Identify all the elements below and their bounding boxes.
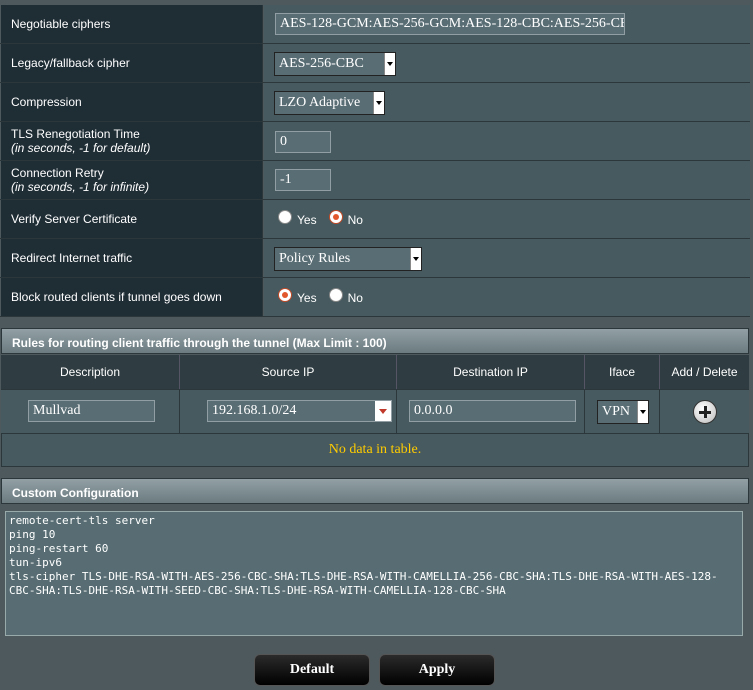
col-add-delete: Add / Delete — [660, 355, 749, 389]
col-destination-ip: Destination IP — [397, 355, 585, 389]
block-routed-yes-radio[interactable] — [278, 288, 292, 302]
label-redirect: Redirect Internet traffic — [1, 239, 263, 277]
verify-cert-radio-group: Yes No — [278, 210, 375, 227]
row-compression: Compression LZO Adaptive — [0, 83, 750, 122]
custom-config-title: Custom Configuration — [1, 478, 749, 504]
legacy-cipher-value: AES-256-CBC — [279, 56, 364, 71]
col-description: Description — [1, 355, 180, 389]
new-rule-source-cell: 192.168.1.0/24 — [180, 389, 397, 433]
row-block-routed: Block routed clients if tunnel goes down… — [0, 278, 750, 317]
redirect-select[interactable]: Policy Rules — [274, 247, 422, 271]
col-iface: Iface — [585, 355, 660, 389]
compression-select[interactable]: LZO Adaptive — [274, 91, 385, 115]
label-legacy-cipher: Legacy/fallback cipher — [1, 44, 263, 82]
custom-config-textarea[interactable] — [5, 511, 743, 636]
chevron-down-icon — [410, 248, 421, 270]
label-block-routed: Block routed clients if tunnel goes down — [1, 278, 263, 316]
legacy-cipher-select[interactable]: AES-256-CBC — [274, 52, 396, 76]
default-button[interactable]: Default — [254, 654, 370, 686]
col-source-ip: Source IP — [180, 355, 397, 389]
source-ip-input[interactable]: 192.168.1.0/24 — [207, 400, 392, 422]
new-rule-destination-cell: 0.0.0.0 — [397, 389, 585, 433]
new-rule-description-cell: Mullvad — [1, 389, 180, 433]
block-routed-no-radio[interactable] — [328, 288, 343, 302]
chevron-down-icon — [373, 92, 384, 114]
empty-table-message: No data in table. — [1, 433, 749, 467]
row-verify-cert: Verify Server Certificate Yes No — [0, 200, 750, 239]
chevron-down-icon — [384, 53, 395, 75]
iface-select[interactable]: VPN — [597, 400, 649, 424]
iface-value: VPN — [602, 404, 631, 419]
label-compression: Compression — [1, 83, 263, 121]
new-rule-add-cell — [660, 389, 749, 433]
row-redirect: Redirect Internet traffic Policy Rules — [0, 239, 750, 278]
redirect-value: Policy Rules — [279, 251, 351, 266]
chevron-down-icon — [637, 401, 648, 423]
label-tls-reneg: TLS Renegotiation Time (in seconds, -1 f… — [1, 122, 263, 160]
label-verify-cert: Verify Server Certificate — [1, 200, 263, 238]
add-rule-icon[interactable] — [693, 400, 717, 424]
tls-reneg-input[interactable]: 0 — [275, 131, 331, 153]
row-tls-reneg: TLS Renegotiation Time (in seconds, -1 f… — [0, 122, 750, 161]
verify-cert-yes-radio[interactable] — [278, 210, 292, 224]
compression-value: LZO Adaptive — [279, 95, 361, 110]
description-input[interactable]: Mullvad — [28, 400, 155, 422]
new-rule-iface-cell: VPN — [585, 389, 660, 433]
label-negotiable-ciphers: Negotiable ciphers — [1, 5, 263, 43]
block-routed-radio-group: Yes No — [278, 288, 375, 305]
conn-retry-input[interactable]: -1 — [275, 169, 331, 191]
verify-cert-no-radio[interactable] — [328, 210, 343, 224]
apply-button[interactable]: Apply — [379, 654, 495, 686]
negotiable-ciphers-input[interactable]: AES-128-GCM:AES-256-GCM:AES-128-CBC:AES-… — [275, 13, 625, 35]
rules-section-title: Rules for routing client traffic through… — [1, 328, 749, 354]
row-legacy-cipher: Legacy/fallback cipher AES-256-CBC — [0, 44, 750, 83]
destination-ip-input[interactable]: 0.0.0.0 — [409, 400, 576, 422]
row-negotiable-ciphers: Negotiable ciphers AES-128-GCM:AES-256-G… — [0, 5, 750, 44]
row-conn-retry: Connection Retry (in seconds, -1 for inf… — [0, 161, 750, 200]
source-ip-value: 192.168.1.0/24 — [212, 403, 297, 418]
label-conn-retry: Connection Retry (in seconds, -1 for inf… — [1, 161, 263, 199]
chevron-down-icon[interactable] — [375, 401, 391, 421]
